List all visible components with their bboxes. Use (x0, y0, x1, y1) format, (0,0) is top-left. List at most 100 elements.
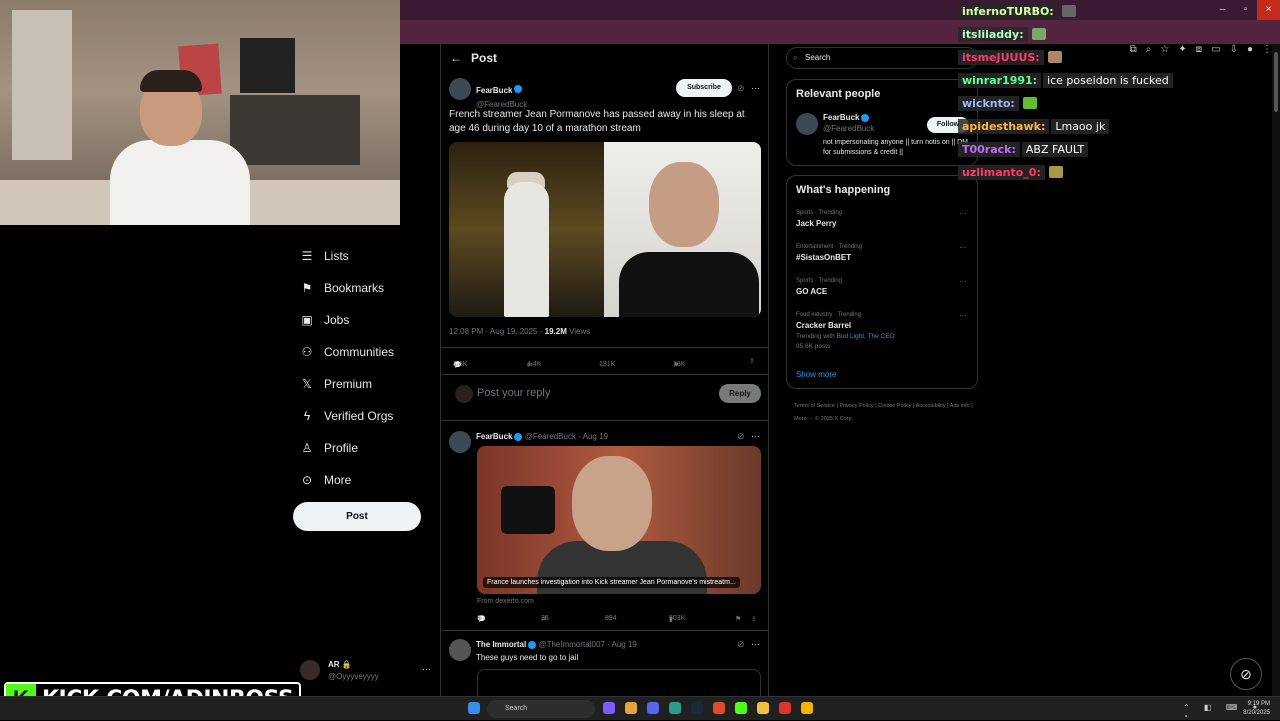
trend-item[interactable]: Food industry · Trending Cracker Barrel … (796, 312, 895, 350)
profile-icon[interactable]: ● (1247, 44, 1253, 55)
close-button[interactable]: × (1257, 0, 1280, 20)
x-logo-icon: 𝕏 (302, 377, 312, 391)
sidebar-icon[interactable]: ▭ (1211, 44, 1220, 55)
trend-item[interactable]: Sports · Trending GO ACE (796, 278, 842, 296)
media-card[interactable] (477, 669, 761, 696)
camera-shape (501, 486, 555, 534)
avatar[interactable] (449, 431, 471, 453)
nav-item-jobs[interactable]: ▣ Jobs (292, 304, 432, 336)
discord-icon[interactable] (647, 702, 659, 714)
taskbar-search[interactable]: Search (487, 700, 595, 718)
avatar[interactable] (796, 113, 818, 135)
webcam-shelf (230, 95, 360, 165)
post-actions: 💬 1.3K ⇄ 4.4K ♡ 131K ⚑ 13K ⇪ (441, 347, 768, 375)
chat-username: apidesthawk: (958, 118, 1050, 134)
windows-start-icon[interactable] (468, 702, 480, 714)
compose-post-button[interactable]: Post (293, 502, 421, 531)
person-name-block[interactable]: FearBuck @FearedBuck (823, 113, 874, 133)
nav-label: More (324, 473, 352, 487)
photo-man-in-hat[interactable] (449, 142, 604, 317)
chrome-active-icon[interactable] (801, 702, 813, 714)
scrollbar-thumb[interactable] (1274, 52, 1278, 112)
more-icon[interactable]: ··· (751, 639, 760, 649)
reply-button[interactable]: Reply (719, 384, 761, 403)
cast-icon[interactable]: ⧉ (1130, 44, 1137, 55)
maximize-button[interactable]: ▫ (1234, 0, 1257, 20)
steam-icon[interactable] (691, 702, 703, 714)
more-icon[interactable]: ··· (959, 209, 967, 218)
menu-icon[interactable]: ⋮ (1262, 44, 1272, 55)
nav-item-premium[interactable]: 𝕏 Premium (292, 368, 432, 400)
downloads-icon[interactable]: ⇩ (1230, 44, 1238, 55)
chat-text: Lmaoo jk (1051, 118, 1110, 134)
chrome-icon[interactable] (625, 702, 637, 714)
chat-username: T00rack: (958, 141, 1020, 157)
puzzle-icon[interactable]: ⧈ (1196, 44, 1202, 55)
account-name: AR 🔒 (328, 660, 352, 669)
more-icon[interactable]: ··· (751, 431, 760, 441)
share-icon[interactable]: ⇪ (751, 615, 757, 623)
star-icon[interactable]: ☆ (1160, 44, 1169, 55)
footer-links[interactable]: Terms of Service | Privacy Policy | Cook… (794, 400, 984, 426)
reply-input[interactable]: Post your reply (477, 387, 550, 399)
chat-message: itsliladdy: (958, 25, 1046, 43)
account-switcher[interactable]: AR 🔒 @Oyyyveyyyy ··· (300, 658, 435, 688)
back-arrow-icon[interactable]: ← (441, 51, 471, 65)
search-placeholder: Search (805, 53, 831, 62)
reply-author: The Immortal @TheImmortal007 · Aug 19 (476, 640, 637, 649)
grok-icon[interactable]: ⊘ (737, 639, 745, 650)
folder-icon[interactable] (757, 702, 769, 714)
nav-label: Premium (324, 377, 373, 391)
more-icon[interactable]: ··· (751, 83, 760, 93)
photo-man-sunglasses[interactable] (604, 142, 761, 317)
avatar[interactable] (449, 78, 471, 100)
show-more-link[interactable]: Show more (796, 370, 836, 379)
extensions-icon[interactable]: ✦ (1178, 44, 1186, 55)
more-icon[interactable]: ··· (959, 311, 967, 320)
nav-item-lists[interactable]: ☰ Lists (292, 240, 432, 272)
verified-badge-icon (861, 113, 870, 122)
post-author[interactable]: FearBuck @FearedBuck (476, 80, 527, 109)
post-meta: 12:08 PM · Aug 19, 2025 · 19.2M Views (449, 327, 590, 336)
more-icon[interactable]: ··· (959, 243, 967, 252)
repost-count: 35 (541, 615, 549, 622)
nav-item-verified-orgs[interactable]: ϟ Verified Orgs (292, 400, 432, 432)
app-icon[interactable] (603, 702, 615, 714)
post-media[interactable] (449, 142, 761, 317)
webcam-wall-art (240, 38, 295, 93)
grok-icon[interactable]: ⊘ (737, 83, 745, 94)
more-icon[interactable]: ··· (422, 664, 431, 674)
bookmark-icon[interactable]: ⚑ (735, 615, 741, 623)
grok-icon[interactable]: ⊘ (737, 431, 745, 442)
kick-icon[interactable] (735, 702, 747, 714)
person-name: FearBuck (823, 113, 860, 122)
nav-item-bookmarks[interactable]: ⚑ Bookmarks (292, 272, 432, 304)
webcam-overlay (0, 0, 400, 225)
trend-category: Sports · Trending (796, 278, 843, 284)
nav-label: Communities (324, 345, 395, 359)
trend-item[interactable]: Sports · Trending Jack Perry (796, 210, 842, 228)
trend-item[interactable]: Entertainment · Trending #SistasOnBET (796, 244, 862, 262)
trend-related-links[interactable]: Bud Light, The CEO (837, 333, 895, 340)
app-icon[interactable] (713, 702, 725, 714)
app-icon[interactable] (779, 702, 791, 714)
app-icon[interactable] (669, 702, 681, 714)
reply-tweet[interactable]: FearBuck @FearedBuck · Aug 19 ⊘ ··· Fran… (441, 421, 768, 631)
clock[interactable]: 9:19 PM 8/20/2025 (1243, 700, 1270, 718)
nav-item-communities[interactable]: ⚇ Communities (292, 336, 432, 368)
nav-item-more[interactable]: ⊙ More (292, 464, 432, 496)
more-icon[interactable]: ··· (959, 277, 967, 286)
search-input[interactable]: ⌕ Search (786, 47, 978, 69)
subscribe-button[interactable]: Subscribe (676, 79, 732, 97)
minimize-button[interactable]: – (1211, 0, 1234, 20)
zoom-icon[interactable]: ⌕ (1146, 44, 1152, 55)
chat-message: T00rack: ABZ FAULT (958, 140, 1089, 158)
grok-chat-icon[interactable]: ⊘ (1230, 658, 1262, 690)
share-icon[interactable]: ⇪ (749, 357, 755, 365)
avatar[interactable] (449, 639, 471, 661)
card-source[interactable]: From dexerto.com (477, 598, 534, 605)
window-controls: – ▫ × (1211, 0, 1280, 20)
link-card[interactable]: France launches investigation into Kick … (477, 446, 761, 594)
scrollbar[interactable] (1272, 44, 1280, 696)
nav-item-profile[interactable]: ♙ Profile (292, 432, 432, 464)
